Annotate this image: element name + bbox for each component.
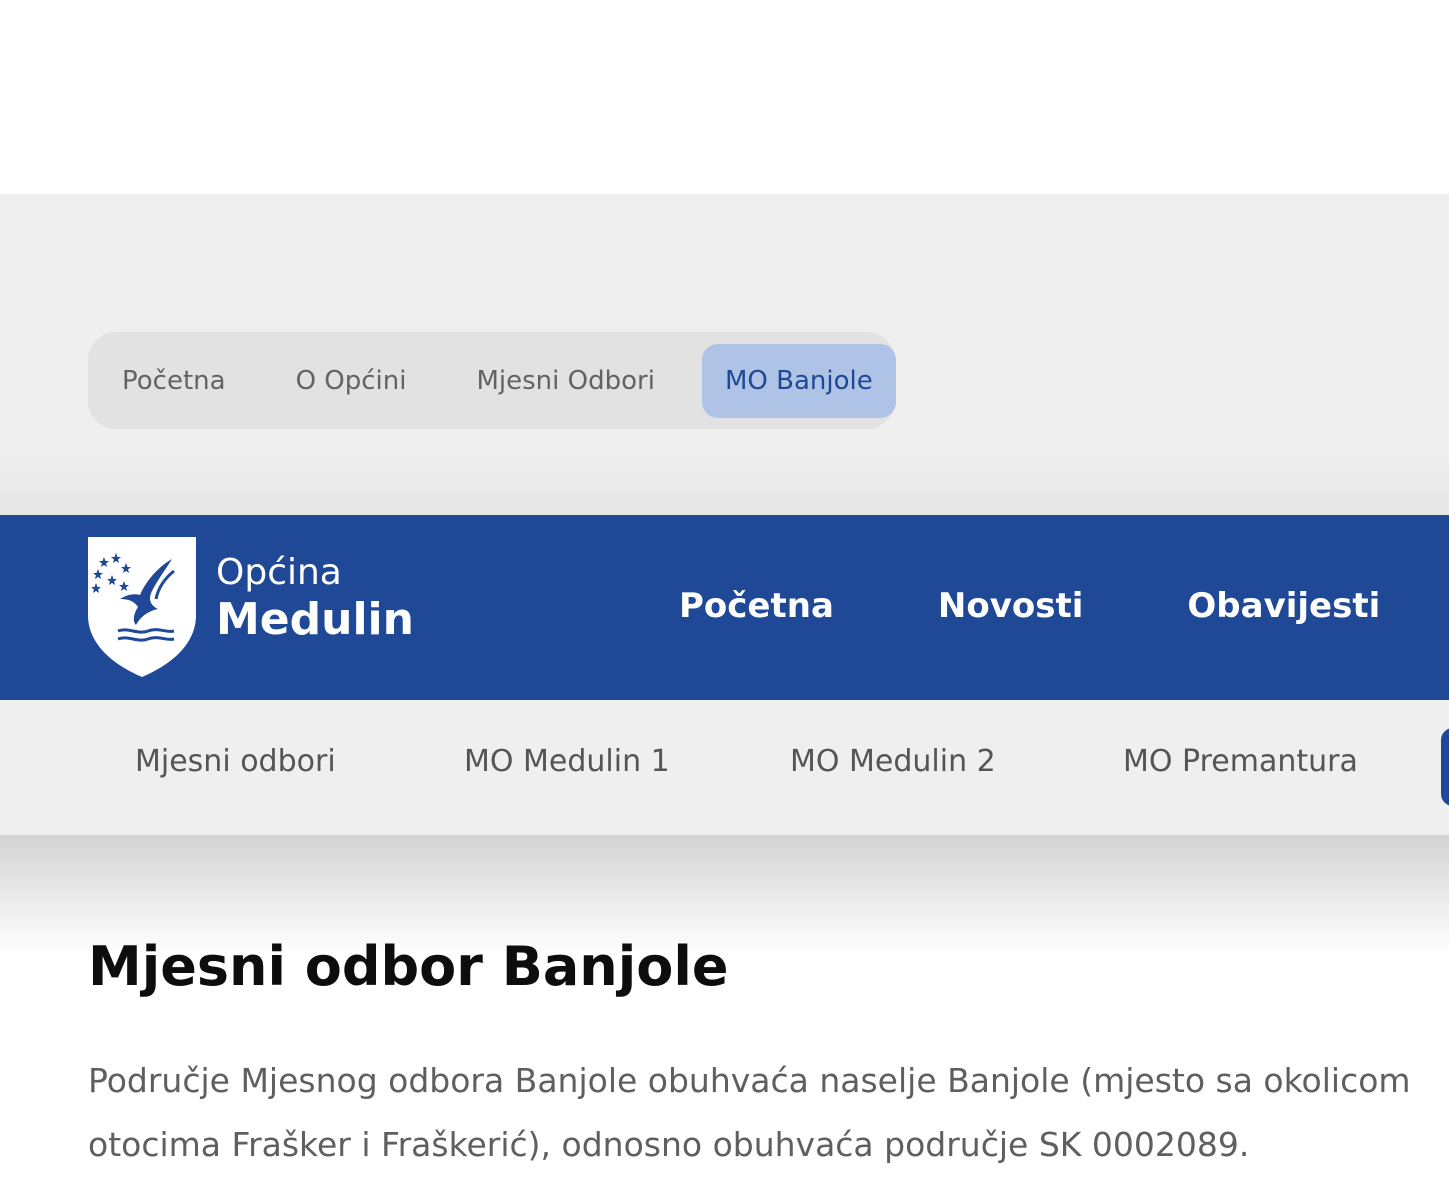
subnav-item-mo-medulin-2[interactable]: MO Medulin 2 — [790, 744, 996, 779]
breadcrumb: Početna O Općini Mjesni Odbori MO Banjol… — [88, 332, 896, 429]
breadcrumb-item-pocetna[interactable]: Početna — [99, 344, 249, 418]
paragraph-line-1: Područje Mjesnog odbora Banjole obuhvaća… — [88, 1061, 1411, 1100]
breadcrumb-item-current[interactable]: MO Banjole — [701, 343, 896, 418]
menu-item-novosti[interactable]: Novosti — [938, 581, 1083, 631]
content-paragraph: Područje Mjesnog odbora Banjole obuhvaća… — [88, 1049, 1411, 1177]
breadcrumb-item-o-opcini[interactable]: O Općini — [273, 344, 430, 418]
menu-item-pocetna[interactable]: Početna — [679, 581, 834, 631]
logo-text-medulin[interactable]: Medulin — [216, 595, 414, 645]
subnav-item-mjesni-odbori[interactable]: Mjesni odbori — [135, 744, 336, 779]
sub-navigation: Mjesni odbori MO Medulin 1 MO Medulin 2 … — [0, 700, 1449, 835]
paragraph-line-2: otocima Frašker i Fraškerić), odnosno ob… — [88, 1125, 1250, 1164]
subnav-item-active[interactable] — [1441, 728, 1449, 806]
main-header: Općina Medulin Početna Novosti Obavijest… — [0, 515, 1449, 700]
subnav-item-mo-premantura[interactable]: MO Premantura — [1123, 744, 1358, 779]
main-menu: Početna Novosti Obavijesti K — [679, 581, 1449, 631]
menu-item-obavijesti[interactable]: Obavijesti — [1187, 581, 1380, 631]
logo-text-opcina[interactable]: Općina — [216, 553, 342, 593]
page-title: Mjesni odbor Banjole — [88, 935, 729, 998]
breadcrumb-item-mjesni-odbori[interactable]: Mjesni Odbori — [453, 344, 677, 418]
subnav-item-mo-medulin-1[interactable]: MO Medulin 1 — [464, 744, 670, 779]
top-blank-area — [0, 0, 1449, 194]
medulin-coat-of-arms-icon[interactable] — [88, 537, 196, 677]
